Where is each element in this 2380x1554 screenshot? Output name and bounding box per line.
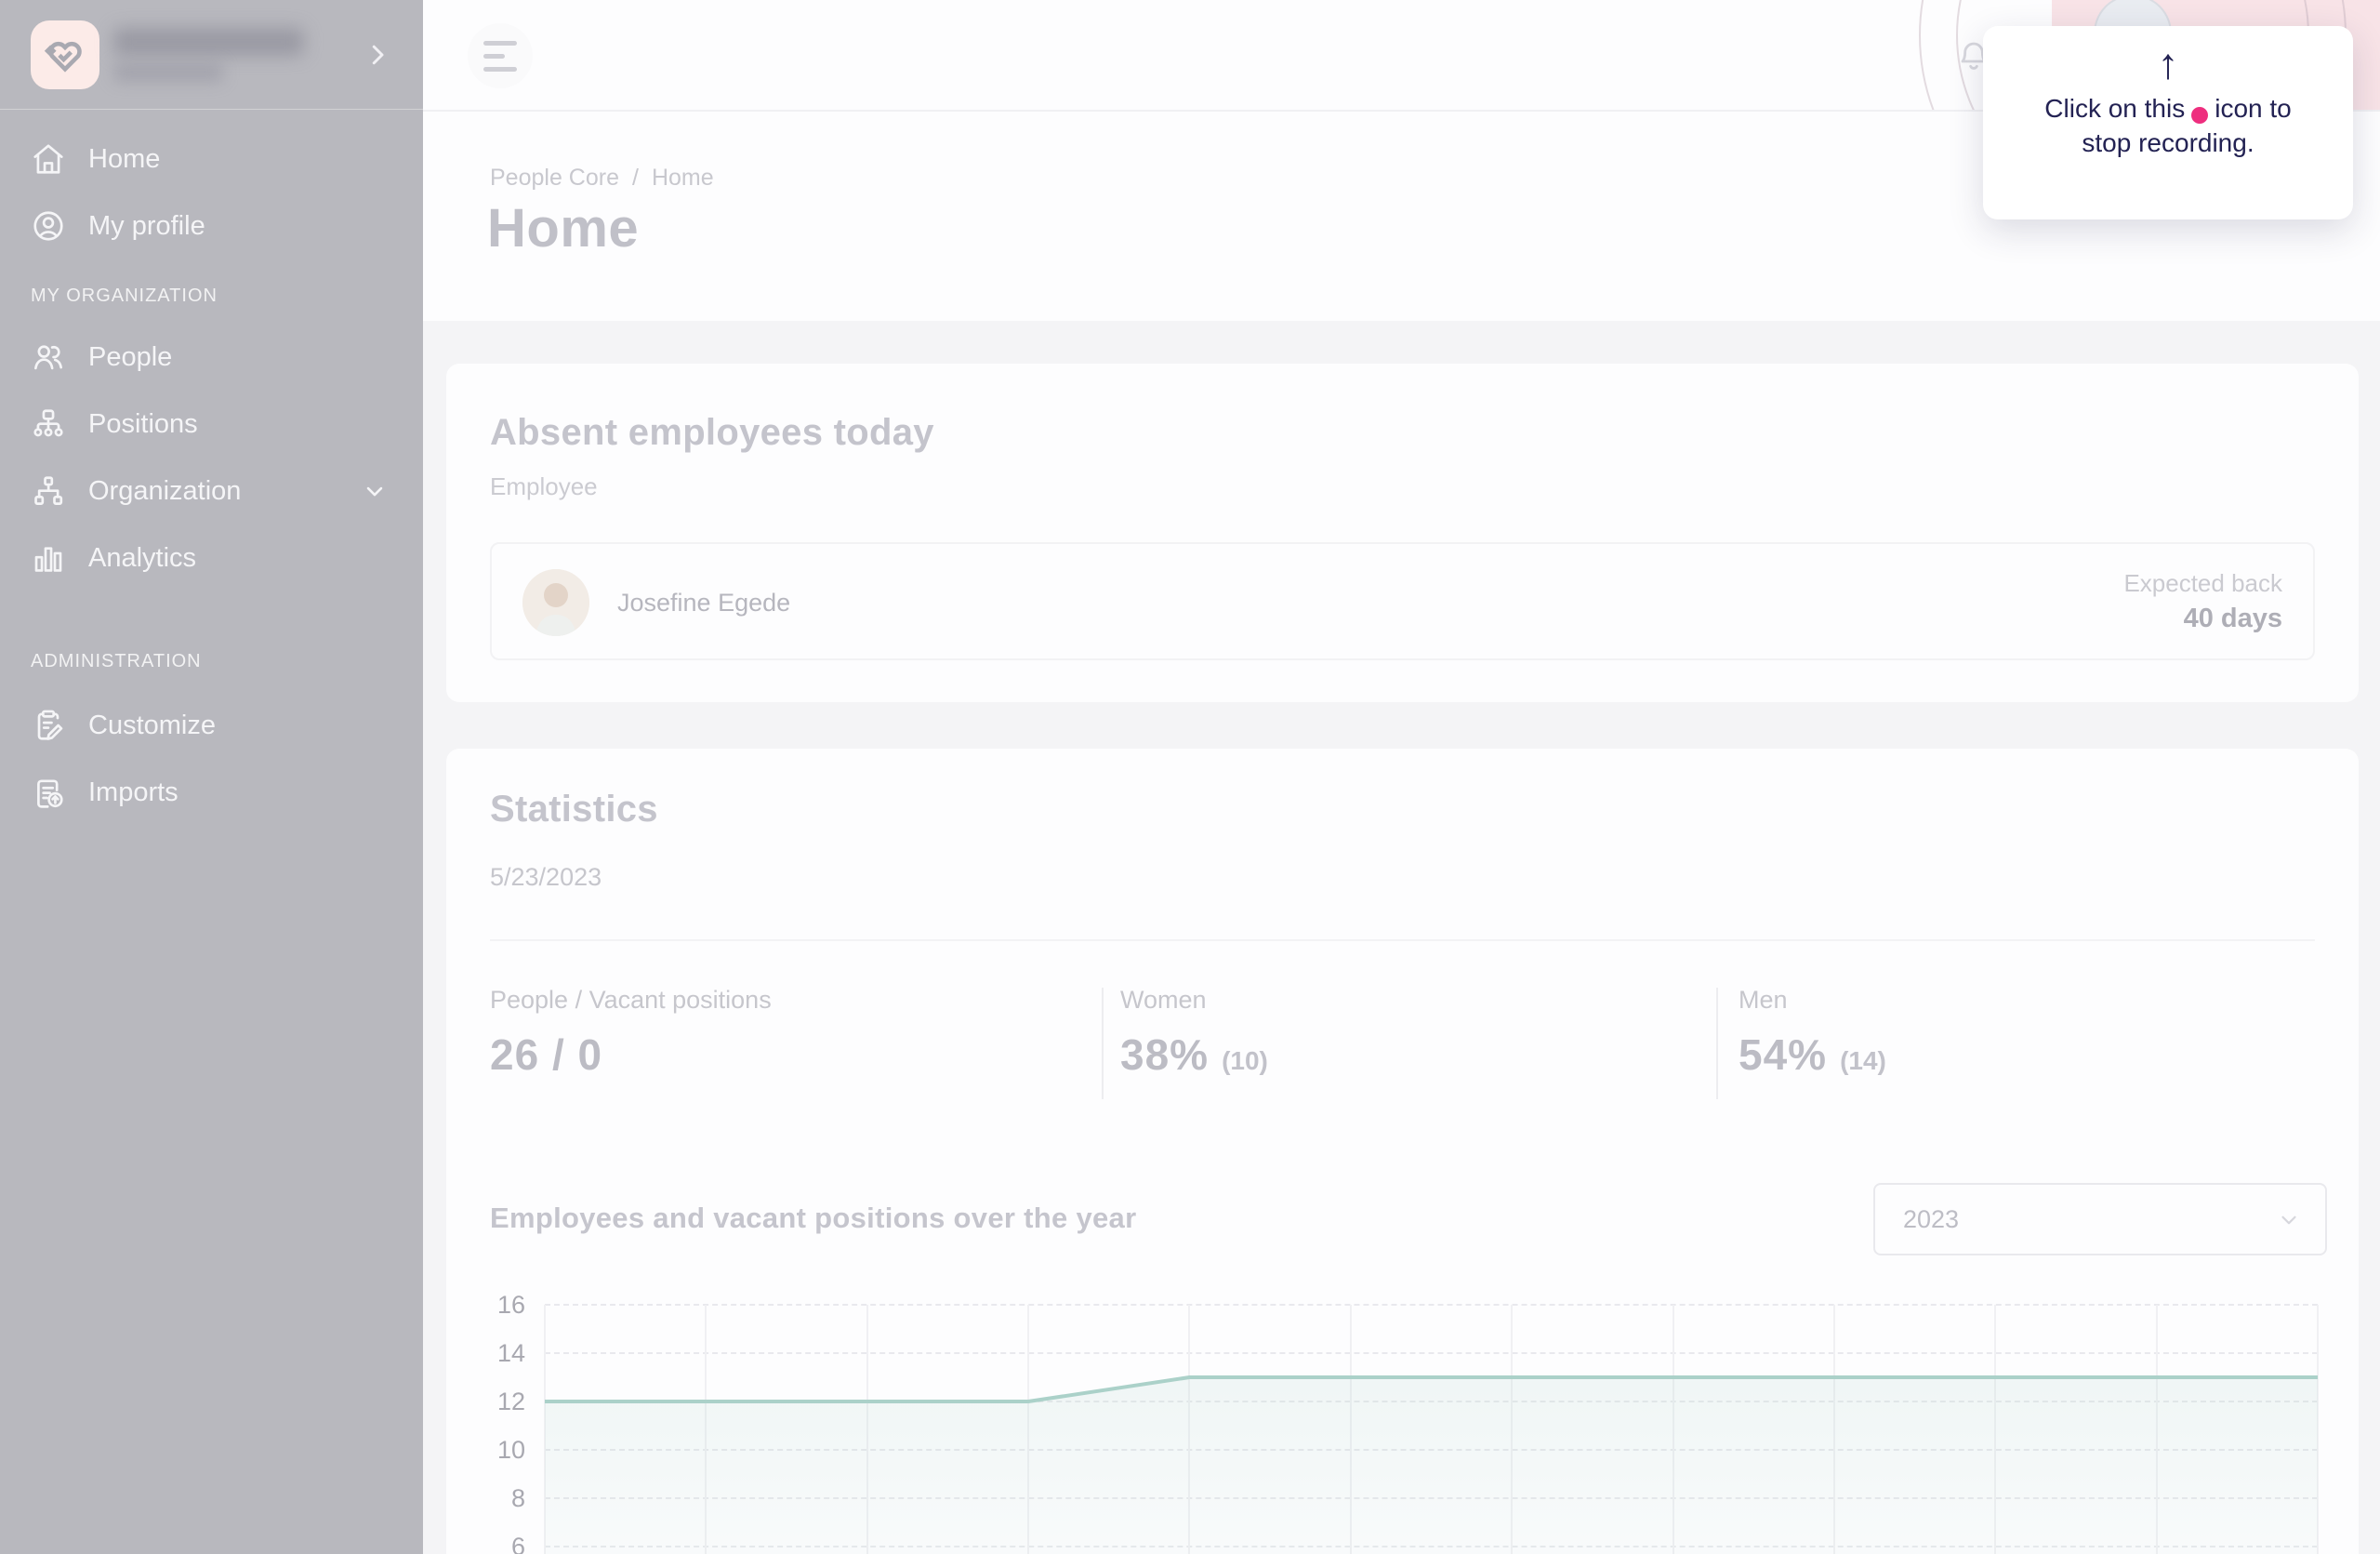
sidebar-section-my-organization: MY ORGANIZATION	[0, 277, 423, 314]
divider	[490, 939, 2315, 941]
absent-employee-row[interactable]: Josefine Egede Expected back 40 days	[490, 542, 2315, 660]
sidebar-collapse-button[interactable]	[364, 41, 391, 69]
user-circle-icon	[31, 208, 66, 244]
sidebar-item-label: Organization	[88, 476, 241, 507]
expected-back-value: 40 days	[2123, 600, 2282, 637]
chevron-right-icon	[364, 41, 391, 69]
heart-logo-icon	[44, 33, 86, 76]
chart-title: Employees and vacant positions over the …	[490, 1202, 1136, 1235]
sidebar-item-label: People	[88, 342, 172, 373]
metric-count: (10)	[1222, 1046, 1268, 1076]
breadcrumb-separator: /	[632, 165, 639, 192]
metric-men: Men 54% (14)	[1739, 986, 1886, 1080]
chart-area	[545, 1377, 2318, 1554]
metric-value: 38%	[1120, 1029, 1209, 1080]
arrow-up-icon: ↑	[2158, 39, 2179, 87]
metric-value: 54%	[1739, 1029, 1827, 1080]
recording-tooltip: ↑ Click on thisicon to stop recording.	[1983, 26, 2353, 219]
sidebar-item-label: My profile	[88, 211, 205, 242]
page-title: Home	[487, 197, 639, 259]
sidebar-item-label: Customize	[88, 711, 216, 741]
sidebar-item-label: Imports	[88, 777, 178, 808]
sidebar-item-people[interactable]: People	[0, 324, 423, 391]
app-logo[interactable]	[31, 20, 99, 89]
year-select-value: 2023	[1903, 1185, 1959, 1254]
breadcrumb: People Core / Home	[490, 165, 714, 192]
positions-icon	[31, 406, 66, 442]
statistics-date: 5/23/2023	[490, 863, 602, 892]
chevron-down-icon	[2277, 1208, 2301, 1232]
statistics-card: Statistics 5/23/2023 People / Vacant pos…	[446, 749, 2359, 1554]
breadcrumb-current: Home	[652, 165, 714, 192]
app-name-redacted	[113, 28, 304, 56]
sidebar-item-home[interactable]: Home	[0, 126, 423, 193]
sidebar-item-organization[interactable]: Organization	[0, 458, 423, 525]
hamburger-icon	[483, 41, 517, 46]
sidebar-item-imports[interactable]: Imports	[0, 759, 423, 826]
sidebar-header	[0, 0, 423, 110]
absent-employees-card: Absent employees today Employee Josefine…	[446, 364, 2359, 702]
home-icon	[31, 141, 66, 177]
metric-people-vacant: People / Vacant positions 26 / 0	[490, 986, 772, 1080]
divider	[1102, 988, 1104, 1099]
sidebar-item-analytics[interactable]: Analytics	[0, 525, 423, 591]
employee-avatar	[522, 569, 589, 636]
menu-button[interactable]	[468, 23, 533, 88]
sidebar-item-label: Analytics	[88, 543, 196, 574]
sidebar-section-administration: ADMINISTRATION	[0, 643, 423, 680]
expected-back-label: Expected back	[2123, 566, 2282, 600]
analytics-icon	[31, 540, 66, 576]
employee-name: Josefine Egede	[617, 544, 790, 662]
year-select[interactable]: 2023	[1873, 1183, 2327, 1255]
metric-value: 26 / 0	[490, 1029, 602, 1080]
sidebar-item-label: Positions	[88, 409, 198, 440]
metric-count: (14)	[1840, 1046, 1886, 1076]
imports-icon	[31, 775, 66, 810]
app-subtitle-redacted	[113, 63, 223, 82]
chart-canvas	[446, 1265, 2359, 1554]
card-title: Statistics	[490, 789, 658, 830]
sidebar: Home My profile MY ORGANIZATION People P…	[0, 0, 423, 1554]
employees-chart: 1614121086	[446, 1265, 2359, 1554]
divider	[1716, 988, 1718, 1099]
sidebar-item-my-profile[interactable]: My profile	[0, 193, 423, 259]
chevron-down-icon	[362, 478, 388, 504]
sidebar-nav: Home My profile MY ORGANIZATION People P…	[0, 110, 423, 826]
record-stop-icon	[2191, 107, 2208, 124]
employee-column-label: Employee	[490, 472, 598, 501]
sidebar-item-positions[interactable]: Positions	[0, 391, 423, 458]
metric-women: Women 38% (10)	[1120, 986, 1268, 1080]
recording-tooltip-text: Click on thisicon to stop recording.	[2044, 91, 2291, 160]
sidebar-item-label: Home	[88, 144, 160, 175]
breadcrumb-root[interactable]: People Core	[490, 165, 619, 192]
card-title: Absent employees today	[490, 412, 934, 454]
people-icon	[31, 339, 66, 375]
sidebar-item-customize[interactable]: Customize	[0, 692, 423, 759]
expected-back-block: Expected back 40 days	[2123, 566, 2282, 637]
customize-icon	[31, 708, 66, 743]
organization-icon	[31, 473, 66, 509]
